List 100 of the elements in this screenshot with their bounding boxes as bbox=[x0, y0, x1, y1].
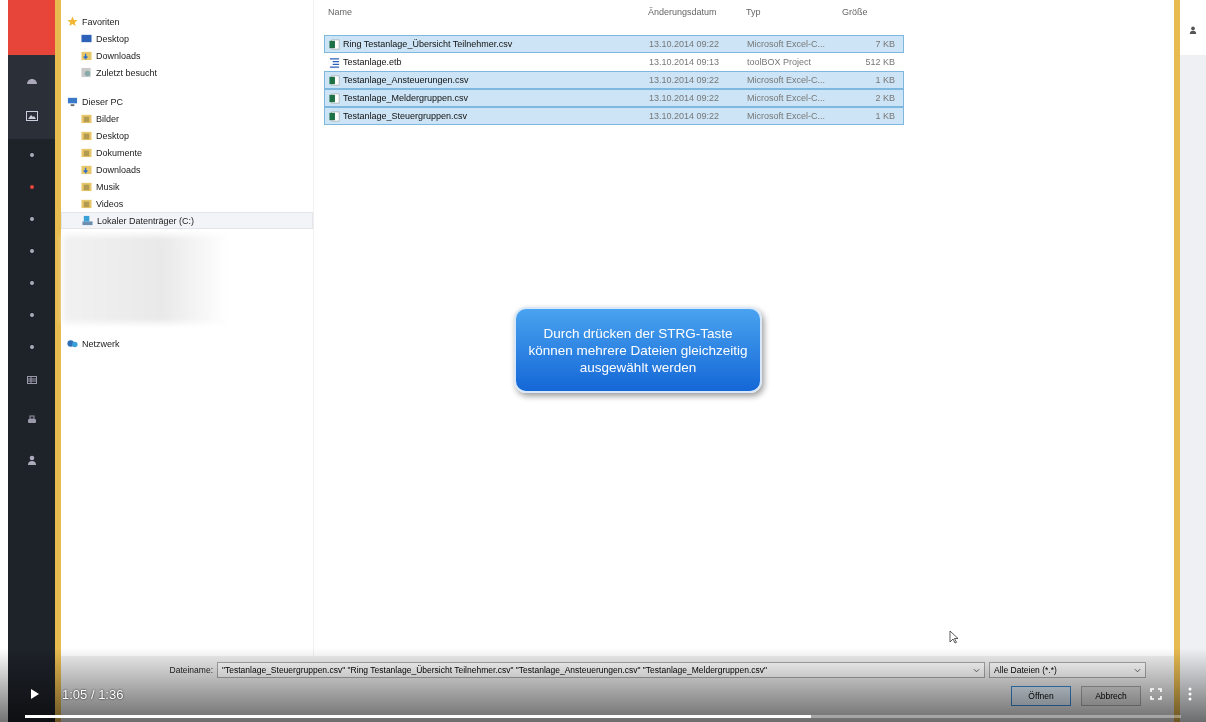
nav-item-label: Lokaler Datenträger (C:) bbox=[97, 215, 195, 226]
grid-icon[interactable] bbox=[25, 375, 38, 385]
file-row[interactable]: Testanlage_Meldergruppen.csv 13.10.2014 09:22 Microsoft Excel-C... 2 KB bbox=[324, 89, 904, 107]
nav-item[interactable]: Videos bbox=[61, 195, 313, 212]
desktop-icon bbox=[81, 33, 92, 44]
nav-dot[interactable] bbox=[29, 185, 34, 189]
nav-item-label: Desktop bbox=[96, 33, 130, 44]
filename-label: Dateiname: bbox=[168, 665, 213, 675]
nav-group[interactable]: Dieser PC bbox=[61, 93, 313, 110]
chevron-down-icon bbox=[973, 667, 980, 673]
file-name: Ring Testanlage_Übersicht Teilnehmer.csv bbox=[343, 39, 513, 49]
nav-group[interactable]: Netzwerk bbox=[61, 335, 313, 352]
file-date: 13.10.2014 09:22 bbox=[649, 111, 721, 121]
star-icon bbox=[67, 16, 78, 27]
file-row[interactable]: Ring Testanlage_Übersicht Teilnehmer.csv 13.10.2014 09:22 Microsoft Excel-C... 7 KB bbox=[324, 35, 904, 53]
nav-dot[interactable] bbox=[29, 153, 34, 157]
nav-item[interactable]: Dokumente bbox=[61, 144, 313, 161]
network-icon bbox=[67, 338, 78, 349]
nav-item[interactable]: Lokaler Datenträger (C:) bbox=[61, 212, 313, 229]
file-size: 1 KB bbox=[874, 75, 896, 85]
download-folder-icon bbox=[81, 164, 92, 175]
nav-item[interactable]: Musik bbox=[61, 178, 313, 195]
file-name: Testanlage_Steuergruppen.csv bbox=[343, 111, 468, 121]
dialog-button[interactable]: Abbrech bbox=[1081, 686, 1141, 706]
user-icon[interactable] bbox=[1189, 26, 1197, 34]
file-type: Microsoft Excel-C... bbox=[747, 111, 826, 121]
computer-icon bbox=[67, 96, 78, 107]
file-row[interactable]: Testanlage_Ansteuerungen.csv 13.10.2014 09:22 Microsoft Excel-C... 1 KB bbox=[324, 71, 904, 89]
file-size: 512 KB bbox=[864, 57, 896, 67]
nav-item-label: Downloads bbox=[96, 164, 141, 175]
folder-icon bbox=[81, 130, 92, 141]
nav-dot[interactable] bbox=[29, 217, 34, 221]
fullscreen-icon[interactable] bbox=[1150, 688, 1162, 700]
progress-track[interactable] bbox=[25, 715, 1181, 718]
column-header[interactable]: Typ bbox=[746, 7, 838, 29]
chevron-down-icon bbox=[1134, 667, 1141, 673]
spreadsheet-file-icon bbox=[329, 74, 340, 86]
callout-bubble: Durch drücken der STRG-Taste können mehrere Dateien gleichzeitig ausgewählt werden bbox=[514, 307, 762, 393]
nav-item[interactable]: Downloads bbox=[61, 47, 313, 64]
nav-dot[interactable] bbox=[29, 313, 34, 317]
nav-item[interactable]: Bilder bbox=[61, 110, 313, 127]
list-file-icon bbox=[329, 56, 340, 68]
nav-item-label: Dokumente bbox=[96, 147, 143, 158]
user-icon[interactable] bbox=[25, 455, 38, 465]
column-header[interactable]: Größe bbox=[838, 7, 902, 29]
file-name: Testanlage.etb bbox=[343, 57, 402, 67]
file-type-dropdown[interactable]: Alle Dateien (*.*) bbox=[989, 662, 1146, 678]
folder-icon bbox=[81, 113, 92, 124]
nav-dot[interactable] bbox=[29, 345, 34, 349]
file-row[interactable]: Testanlage.etb 13.10.2014 09:13 toolBOX Project 512 KB bbox=[324, 53, 904, 71]
video-time: 1:05 / 1:36 bbox=[62, 686, 124, 702]
nav-item-label: Desktop bbox=[96, 130, 130, 141]
spreadsheet-file-icon bbox=[329, 92, 340, 104]
play-icon[interactable] bbox=[30, 688, 40, 700]
file-date: 13.10.2014 09:22 bbox=[649, 75, 721, 85]
filename-field[interactable]: "Testanlage_Steuergruppen.csv" "Ring Testanlage_Übersicht Teilnehmer.csv" "Testanlage_Ansteuerungen.csv" "Testanlage_Meldergruppen.csv" bbox=[217, 662, 985, 678]
more-icon[interactable] bbox=[1188, 687, 1192, 701]
file-type: Microsoft Excel-C... bbox=[747, 93, 826, 103]
file-size: 7 KB bbox=[874, 39, 896, 49]
nav-item[interactable]: Desktop bbox=[61, 127, 313, 144]
file-row[interactable]: Testanlage_Steuergruppen.csv 13.10.2014 09:22 Microsoft Excel-C... 1 KB bbox=[324, 107, 904, 125]
dialog-button[interactable]: Öffnen bbox=[1011, 686, 1071, 706]
logo-block bbox=[8, 0, 55, 55]
download-folder-icon bbox=[81, 50, 92, 61]
nav-item-label: Bilder bbox=[96, 113, 119, 124]
nav-item-label: Zuletzt besucht bbox=[96, 67, 158, 78]
spreadsheet-file-icon bbox=[329, 38, 340, 50]
folder-icon bbox=[81, 181, 92, 192]
nav-dot[interactable] bbox=[29, 281, 34, 285]
spreadsheet-file-icon bbox=[329, 110, 340, 122]
pointer-cursor-icon bbox=[949, 630, 959, 644]
file-name: Testanlage_Meldergruppen.csv bbox=[343, 93, 469, 103]
column-header[interactable]: Name bbox=[324, 7, 648, 29]
nav-group-label: Favoriten bbox=[82, 16, 120, 27]
file-size: 1 KB bbox=[874, 111, 896, 121]
column-header[interactable]: Änderungsdatum bbox=[648, 7, 746, 29]
file-date: 13.10.2014 09:13 bbox=[649, 57, 721, 67]
file-date: 13.10.2014 09:22 bbox=[649, 93, 721, 103]
nav-item[interactable]: Desktop bbox=[61, 30, 313, 47]
nav-group-label: Dieser PC bbox=[82, 96, 123, 107]
nav-dot[interactable] bbox=[29, 249, 34, 253]
file-date: 13.10.2014 09:22 bbox=[649, 39, 721, 49]
file-type: Microsoft Excel-C... bbox=[747, 75, 826, 85]
file-type: toolBOX Project bbox=[747, 57, 813, 67]
file-type: Microsoft Excel-C... bbox=[747, 39, 826, 49]
printer-icon[interactable] bbox=[25, 415, 38, 425]
nav-group-label: Netzwerk bbox=[82, 338, 120, 349]
nav-group[interactable]: Favoriten bbox=[61, 13, 313, 30]
nav-item[interactable]: Zuletzt besucht bbox=[61, 64, 313, 81]
recent-icon bbox=[81, 67, 92, 78]
nav-item-label: Downloads bbox=[96, 50, 141, 61]
image-icon[interactable] bbox=[25, 111, 38, 121]
drive-icon bbox=[82, 215, 93, 226]
folder-icon bbox=[81, 198, 92, 209]
nav-item[interactable]: Downloads bbox=[61, 161, 313, 178]
nav-item-label: Musik bbox=[96, 181, 120, 192]
file-name: Testanlage_Ansteuerungen.csv bbox=[343, 75, 469, 85]
file-size: 2 KB bbox=[874, 93, 896, 103]
nav-item-label: Videos bbox=[96, 198, 124, 209]
folder-icon bbox=[81, 147, 92, 158]
